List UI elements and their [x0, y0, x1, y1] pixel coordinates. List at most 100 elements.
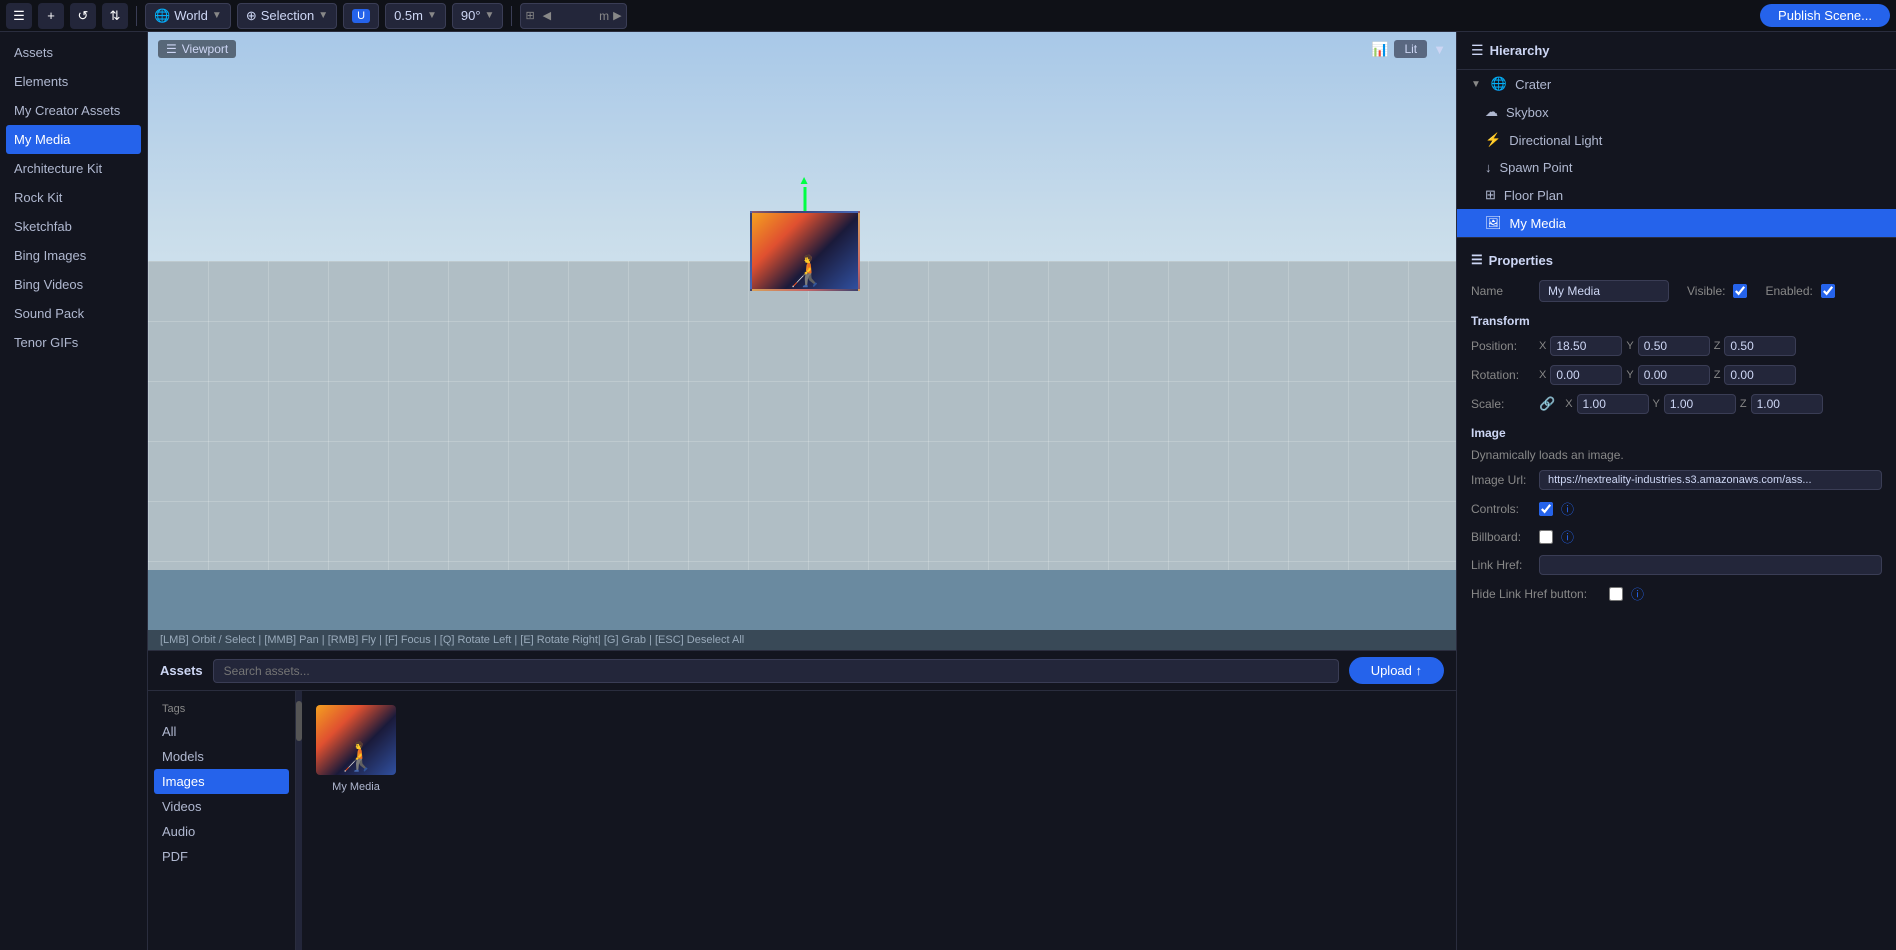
tag-all[interactable]: All — [148, 719, 295, 744]
viewport-label: ☰ Viewport — [158, 40, 236, 58]
expand-icon: ▼ — [1471, 79, 1481, 90]
divider-2 — [511, 6, 512, 26]
badge-select[interactable]: U — [343, 3, 379, 29]
coord-left-icon[interactable]: ◀ — [539, 9, 555, 22]
history-button[interactable]: ⇅ — [102, 3, 128, 29]
sidebar-item-my-creator-assets[interactable]: My Creator Assets — [0, 96, 147, 125]
image-url-label: Image Url: — [1471, 473, 1531, 487]
controls-checkbox[interactable] — [1539, 502, 1553, 516]
controls-info-icon[interactable]: ⓘ — [1561, 499, 1574, 518]
world-caret-icon: ▼ — [212, 10, 222, 21]
link-href-input[interactable] — [1539, 555, 1882, 575]
skybox-icon: ☁ — [1485, 104, 1498, 120]
sidebar-item-rock-kit[interactable]: Rock Kit — [0, 183, 147, 212]
refresh-button[interactable]: ↺ — [70, 3, 96, 29]
sidebar-item-sketchfab[interactable]: Sketchfab — [0, 212, 147, 241]
media-image-frame: 🧑‍🦯 — [750, 211, 860, 291]
h-item-my-media[interactable]: 🖼 My Media — [1457, 209, 1896, 237]
tag-models[interactable]: Models — [148, 744, 295, 769]
media-object[interactable]: 🧑‍🦯 — [750, 211, 860, 301]
assets-search-input[interactable] — [213, 659, 1339, 683]
scale-y-input[interactable] — [1664, 394, 1736, 414]
sidebar-item-my-media[interactable]: My Media — [6, 125, 141, 154]
tag-videos[interactable]: Videos — [148, 794, 295, 819]
link-href-row: Link Href: — [1471, 555, 1882, 575]
hide-link-checkbox[interactable] — [1609, 587, 1623, 601]
sidebar-item-bing-videos[interactable]: Bing Videos — [0, 270, 147, 299]
sidebar-item-sound-pack[interactable]: Sound Pack — [0, 299, 147, 328]
position-label: Position: — [1471, 339, 1531, 353]
image-url-input[interactable] — [1539, 470, 1882, 490]
scale-z-input[interactable] — [1751, 394, 1823, 414]
transform-section-title: Transform — [1471, 314, 1882, 328]
angle-select[interactable]: 90° ▼ — [452, 3, 504, 29]
h-item-crater[interactable]: ▼ 🌐 Crater — [1457, 70, 1896, 98]
assets-topbar: Assets Upload ↑ — [148, 651, 1456, 691]
billboard-checkbox[interactable] — [1539, 530, 1553, 544]
name-label: Name — [1471, 284, 1531, 298]
h-item-spawn-point[interactable]: ↓ Spawn Point — [1457, 154, 1896, 181]
pos-x-label: X — [1539, 340, 1546, 352]
step-select[interactable]: 0.5m ▼ — [385, 3, 446, 29]
name-input[interactable] — [1539, 280, 1669, 302]
left-sidebar: Assets Elements My Creator Assets My Med… — [0, 32, 148, 950]
tag-pdf[interactable]: PDF — [148, 844, 295, 869]
enabled-checkbox[interactable] — [1821, 284, 1835, 298]
selection-caret-icon: ▼ — [318, 10, 328, 21]
h-item-floor-plan[interactable]: ⊞ Floor Plan — [1457, 181, 1896, 209]
viewport-title: Viewport — [182, 42, 228, 56]
crater-icon: 🌐 — [1491, 76, 1507, 92]
upload-button[interactable]: Upload ↑ — [1349, 657, 1444, 684]
scale-x-input[interactable] — [1577, 394, 1649, 414]
hide-link-info-icon[interactable]: ⓘ — [1631, 584, 1644, 603]
billboard-info-icon[interactable]: ⓘ — [1561, 527, 1574, 546]
world-select[interactable]: 🌐 World ▼ — [145, 3, 231, 29]
menu-button[interactable]: ☰ — [6, 3, 32, 29]
ground-grid — [148, 261, 1456, 570]
h-item-directional-light[interactable]: ⚡ Directional Light — [1457, 126, 1896, 154]
rotation-row: Rotation: X Y Z — [1471, 365, 1882, 385]
asset-person-icon: 🧑‍🦯 — [339, 740, 374, 775]
rotation-y-input[interactable] — [1638, 365, 1710, 385]
asset-item[interactable]: 🧑‍🦯 My Media — [316, 705, 396, 793]
sidebar-item-elements[interactable]: Elements — [0, 67, 147, 96]
position-y-input[interactable] — [1638, 336, 1710, 356]
controls-row: Controls: ⓘ — [1471, 499, 1882, 518]
sidebar-item-bing-images[interactable]: Bing Images — [0, 241, 147, 270]
tag-images[interactable]: Images — [154, 769, 289, 794]
image-description: Dynamically loads an image. — [1471, 448, 1882, 462]
rotation-label: Rotation: — [1471, 368, 1531, 382]
assets-panel: Assets Upload ↑ Tags All Models Images V… — [148, 650, 1456, 950]
sidebar-item-tenor-gifs[interactable]: Tenor GIFs — [0, 328, 147, 357]
assets-content: 🧑‍🦯 My Media — [302, 691, 1456, 950]
assets-tags-panel: Tags All Models Images Videos Audio PDF — [148, 691, 296, 950]
world-icon: 🌐 — [154, 8, 170, 24]
sidebar-item-architecture-kit[interactable]: Architecture Kit — [0, 154, 147, 183]
rotation-z-input[interactable] — [1724, 365, 1796, 385]
scale-row: Scale: 🔗 X Y Z — [1471, 394, 1882, 414]
h-item-skybox[interactable]: ☁ Skybox — [1457, 98, 1896, 126]
sidebar-item-assets[interactable]: Assets — [0, 38, 147, 67]
image-section-title: Image — [1471, 426, 1882, 440]
position-xyz: X Y Z — [1539, 336, 1796, 356]
add-button[interactable]: + — [38, 3, 64, 29]
position-x-input[interactable] — [1550, 336, 1622, 356]
angle-caret-icon: ▼ — [485, 10, 495, 21]
tag-audio[interactable]: Audio — [148, 819, 295, 844]
rotation-x-input[interactable] — [1550, 365, 1622, 385]
main-layout: Assets Elements My Creator Assets My Med… — [0, 32, 1896, 950]
visible-checkbox[interactable] — [1733, 284, 1747, 298]
position-z-input[interactable] — [1724, 336, 1796, 356]
view-caret-icon[interactable]: ▼ — [1433, 42, 1446, 57]
viewport[interactable]: 🧑‍🦯 ☰ Viewport 📊 Lit ▼ [LMB] Orbit / Sel… — [148, 32, 1456, 650]
billboard-label: Billboard: — [1471, 530, 1531, 544]
view-mode-button[interactable]: Lit — [1394, 40, 1427, 58]
publish-button[interactable]: Publish Scene... — [1760, 4, 1890, 27]
spawn-icon: ↓ — [1485, 160, 1492, 175]
selection-select[interactable]: ⊕ Selection ▼ — [237, 3, 337, 29]
coord-input[interactable]: 0.00 — [555, 8, 599, 23]
viewport-menu-icon: ☰ — [166, 42, 177, 56]
assets-body: Tags All Models Images Videos Audio PDF … — [148, 691, 1456, 950]
scale-label: Scale: — [1471, 397, 1531, 411]
coord-right-icon[interactable]: ▶ — [609, 9, 625, 22]
